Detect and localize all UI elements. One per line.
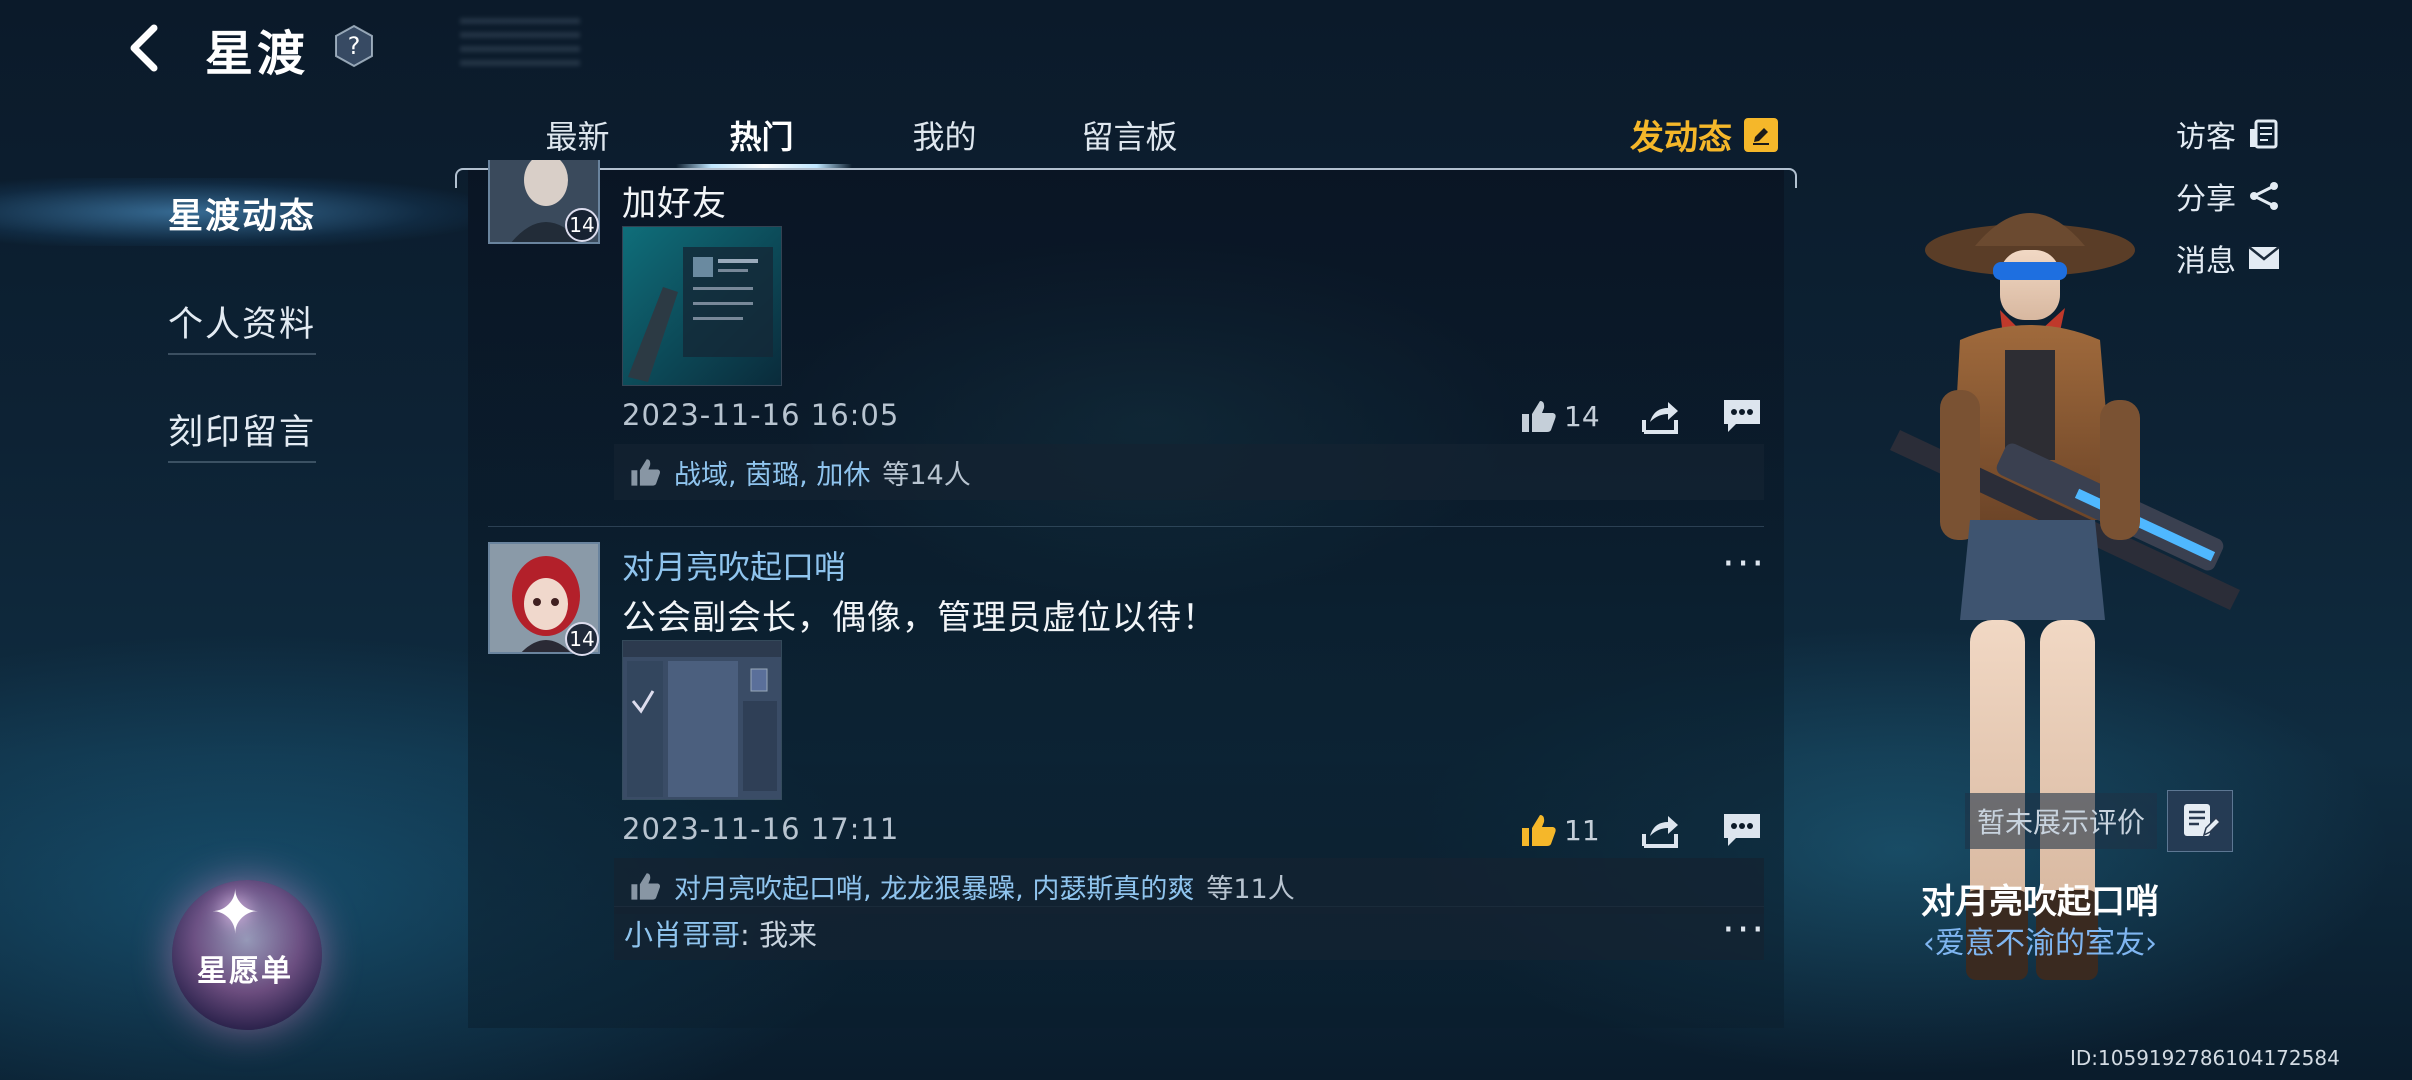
thumbs-up-icon[interactable]: [1518, 398, 1558, 434]
sidebar-item-profile[interactable]: 个人资料: [168, 296, 317, 355]
post-time: 2023-11-16 17:11: [622, 812, 900, 846]
sidebar-item-star-feed[interactable]: 星渡动态: [168, 188, 316, 245]
page-title: 星渡: [205, 26, 310, 82]
post-divider: [488, 526, 1764, 527]
share-icon[interactable]: [1640, 398, 1680, 434]
post-time: 2023-11-16 16:05: [622, 398, 900, 432]
like-count: 11: [1564, 814, 1600, 847]
tab-mine[interactable]: 我的: [852, 112, 1037, 158]
post-status-button[interactable]: 发动态: [1630, 110, 1778, 159]
review-icon[interactable]: [2167, 790, 2234, 852]
visitors-icon: [2250, 119, 2278, 149]
likers-names[interactable]: 对月亮吹起口哨, 龙龙狠暴躁, 内瑟斯真的爽: [674, 867, 1194, 906]
comment-icon[interactable]: [1722, 398, 1762, 434]
rating-box[interactable]: 暂未展示评价: [1965, 790, 2234, 852]
post-image[interactable]: [622, 640, 782, 800]
visitors-button[interactable]: 访客: [2176, 112, 2280, 156]
likers-names[interactable]: 战域, 茵璐, 加休: [674, 453, 870, 492]
comment-text: : 我来: [740, 918, 818, 952]
share-icon[interactable]: [1640, 812, 1680, 848]
post-text: 加好友: [622, 184, 727, 224]
visitors-label: 访客: [2176, 120, 2236, 155]
comment-row[interactable]: 小肖哥哥 : 我来: [614, 906, 1764, 960]
comment-icon[interactable]: [1722, 812, 1762, 848]
post-text: 公会副会长，偶像，管理员虚位以待！: [622, 598, 1217, 638]
character-title[interactable]: ‹爱意不渝的室友›: [1880, 918, 2200, 962]
post-username[interactable]: 对月亮吹起口哨: [622, 542, 846, 588]
likers-bar: 战域, 茵璐, 加休 等14人: [614, 444, 1764, 500]
more-icon[interactable]: ···: [1722, 544, 1766, 584]
level-badge: 14: [565, 622, 599, 656]
character-illustration[interactable]: [1880, 190, 2260, 990]
thumbs-up-icon[interactable]: [1518, 812, 1558, 848]
sidebar-item-engraved-messages[interactable]: 刻印留言: [168, 404, 317, 463]
blurred-info: [460, 18, 580, 68]
post-image[interactable]: [622, 226, 782, 386]
post-button-label: 发动态: [1630, 118, 1732, 158]
more-icon[interactable]: ···: [1722, 910, 1766, 950]
character-name: 对月亮吹起口哨: [1921, 882, 2159, 922]
tab-message-board[interactable]: 留言板: [1037, 112, 1222, 158]
rating-label: 暂未展示评价: [1965, 793, 2158, 849]
svg-text:?: ?: [348, 32, 361, 60]
thumbs-up-icon: [631, 873, 661, 900]
level-badge: 14: [565, 208, 599, 242]
player-id: ID:1059192786104172584: [2070, 1046, 2340, 1070]
like-count: 14: [1564, 400, 1600, 433]
likers-more[interactable]: 等11人: [1206, 867, 1294, 906]
likers-more[interactable]: 等14人: [882, 453, 970, 492]
back-arrow-icon[interactable]: [118, 18, 178, 78]
tab-latest[interactable]: 最新: [485, 112, 670, 158]
comment-author[interactable]: 小肖哥哥: [624, 912, 740, 954]
sparkle-icon: ✦: [210, 878, 261, 948]
tab-hot[interactable]: 热门: [669, 112, 854, 158]
edit-icon: [1744, 117, 1778, 152]
thumbs-up-icon: [631, 459, 661, 486]
help-icon[interactable]: ?: [334, 24, 374, 68]
wishlist-label[interactable]: 星愿单: [190, 946, 300, 990]
